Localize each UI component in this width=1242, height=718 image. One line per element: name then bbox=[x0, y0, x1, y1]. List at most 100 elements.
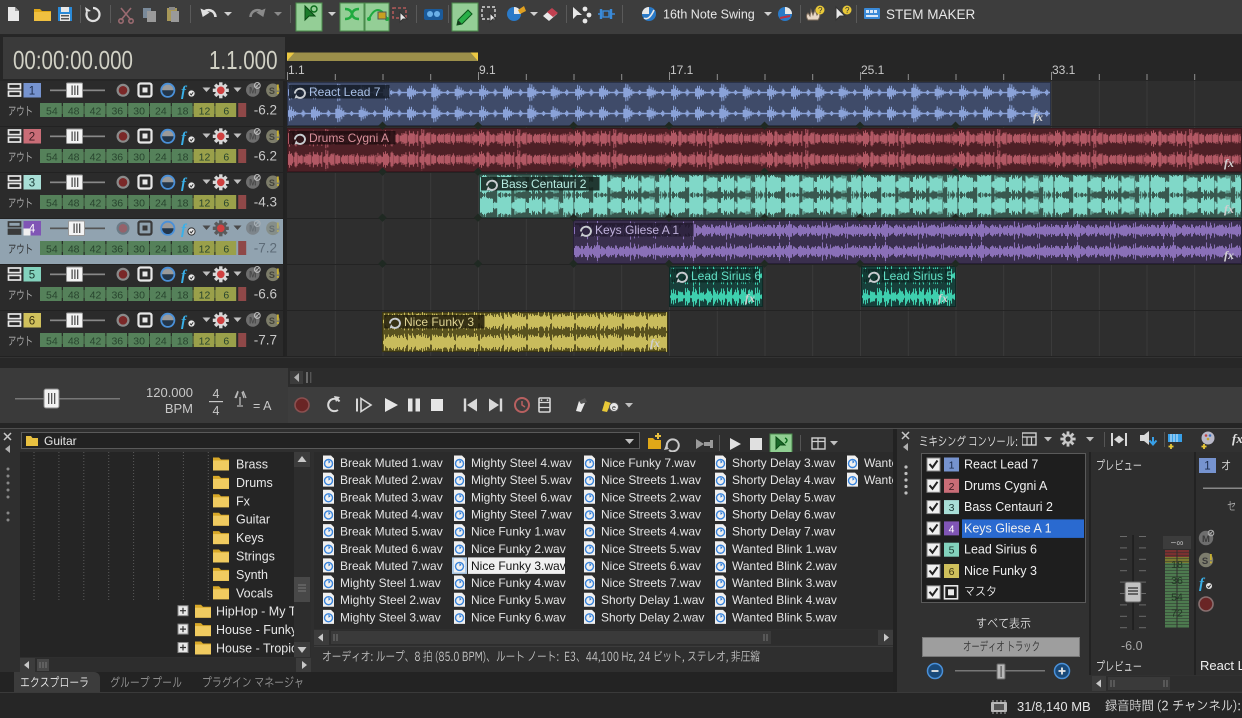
svg-text:18: 18 bbox=[177, 336, 189, 348]
svg-text:30: 30 bbox=[133, 152, 145, 164]
svg-text:Fx: Fx bbox=[236, 494, 251, 508]
svg-text:Wanted Blink 5.wav: Wanted Blink 5.wav bbox=[732, 610, 837, 624]
svg-text:36: 36 bbox=[111, 152, 123, 164]
svg-text:12: 12 bbox=[199, 198, 211, 210]
svg-text:2: 2 bbox=[949, 481, 955, 493]
svg-text:Wanted Blink 4.wav: Wanted Blink 4.wav bbox=[732, 593, 837, 607]
svg-text:Break Muted 3.wav: Break Muted 3.wav bbox=[340, 490, 443, 504]
svg-text:42: 42 bbox=[90, 336, 102, 348]
svg-text:f: f bbox=[181, 130, 188, 146]
svg-text:Mighty Steel 6.wav: Mighty Steel 6.wav bbox=[471, 490, 572, 504]
svg-text:6: 6 bbox=[223, 290, 229, 302]
svg-text:S: S bbox=[269, 316, 275, 326]
svg-text:Synth: Synth bbox=[236, 568, 268, 582]
svg-text:3: 3 bbox=[29, 178, 35, 190]
svg-text:48: 48 bbox=[68, 290, 80, 302]
svg-text:48: 48 bbox=[68, 336, 80, 348]
svg-text:42: 42 bbox=[90, 106, 102, 118]
svg-text:6: 6 bbox=[949, 566, 955, 578]
svg-text:30: 30 bbox=[133, 244, 145, 256]
svg-text:6: 6 bbox=[223, 244, 229, 256]
svg-text:Guitar: Guitar bbox=[44, 434, 77, 448]
svg-text:Break Muted 5.wav: Break Muted 5.wav bbox=[340, 525, 443, 539]
svg-text:48: 48 bbox=[68, 198, 80, 210]
svg-text:-7.2: -7.2 bbox=[254, 241, 277, 256]
svg-text:48: 48 bbox=[68, 244, 80, 256]
svg-text:16th Note Swing: 16th Note Swing bbox=[663, 8, 755, 22]
svg-text:Nice Streets 4.wav: Nice Streets 4.wav bbox=[601, 525, 701, 539]
svg-text:36: 36 bbox=[111, 106, 123, 118]
svg-text:f: f bbox=[181, 222, 188, 238]
svg-text:Drums Cygni A: Drums Cygni A bbox=[964, 479, 1048, 493]
svg-text:-6.6: -6.6 bbox=[254, 287, 277, 302]
svg-text:Strings: Strings bbox=[236, 550, 275, 564]
svg-text:S: S bbox=[269, 86, 275, 96]
svg-text:f: f bbox=[181, 84, 188, 100]
svg-text:Brass: Brass bbox=[236, 458, 268, 472]
svg-text:Lead Sirius 6: Lead Sirius 6 bbox=[964, 543, 1037, 557]
svg-text:f: f bbox=[181, 176, 188, 192]
svg-text:HipHop - My T: HipHop - My T bbox=[216, 605, 294, 619]
svg-text:4: 4 bbox=[213, 404, 220, 418]
svg-text:Guitar: Guitar bbox=[236, 513, 270, 527]
svg-text:18: 18 bbox=[177, 290, 189, 302]
svg-text:6: 6 bbox=[223, 198, 229, 210]
svg-text:24: 24 bbox=[155, 198, 167, 210]
svg-text:9.1: 9.1 bbox=[479, 63, 496, 77]
svg-text:Nice Funky 3.wav: Nice Funky 3.wav bbox=[471, 559, 566, 573]
svg-text:Keys Gliese A 1: Keys Gliese A 1 bbox=[964, 521, 1052, 535]
svg-text:30: 30 bbox=[133, 198, 145, 210]
svg-text:120.000: 120.000 bbox=[146, 385, 193, 400]
svg-text:54: 54 bbox=[46, 336, 58, 348]
svg-text:Drums: Drums bbox=[236, 476, 273, 490]
svg-text:STEM MAKER: STEM MAKER bbox=[886, 7, 976, 22]
svg-text:1: 1 bbox=[949, 460, 955, 472]
svg-text:6: 6 bbox=[223, 106, 229, 118]
svg-text:S: S bbox=[269, 132, 275, 142]
svg-text:54: 54 bbox=[46, 198, 58, 210]
svg-text:Nice Streets 5.wav: Nice Streets 5.wav bbox=[601, 542, 701, 556]
svg-text:Nice Funky 6.wav: Nice Funky 6.wav bbox=[471, 610, 566, 624]
svg-text:Wanted Blink 2.wav: Wanted Blink 2.wav bbox=[732, 559, 837, 573]
svg-text:Nice Streets 1.wav: Nice Streets 1.wav bbox=[601, 473, 701, 487]
svg-text:Shorty Delay 1.wav: Shorty Delay 1.wav bbox=[601, 593, 704, 607]
svg-text:30: 30 bbox=[133, 290, 145, 302]
svg-text:Nice Funky 1.wav: Nice Funky 1.wav bbox=[471, 525, 566, 539]
svg-text:24: 24 bbox=[155, 152, 167, 164]
svg-text:?: ? bbox=[845, 6, 850, 15]
svg-text:Mighty Steel 1.wav: Mighty Steel 1.wav bbox=[340, 576, 441, 590]
svg-text:Nice Funky 7.wav: Nice Funky 7.wav bbox=[601, 456, 696, 470]
svg-text:24: 24 bbox=[155, 290, 167, 302]
svg-text:Shorty Delay 3.wav: Shorty Delay 3.wav bbox=[732, 456, 835, 470]
svg-text:4: 4 bbox=[213, 387, 220, 401]
svg-text:Vocals: Vocals bbox=[236, 586, 273, 600]
svg-text:2: 2 bbox=[29, 132, 35, 144]
svg-text:24: 24 bbox=[155, 336, 167, 348]
svg-text:React Lead 7: React Lead 7 bbox=[964, 458, 1038, 472]
svg-text:36: 36 bbox=[111, 244, 123, 256]
svg-text:54: 54 bbox=[46, 152, 58, 164]
svg-text:S: S bbox=[1202, 556, 1208, 567]
svg-text:-4.3: -4.3 bbox=[254, 195, 277, 210]
svg-text:6: 6 bbox=[223, 152, 229, 164]
svg-text:54: 54 bbox=[46, 106, 58, 118]
svg-text:Nice Streets 7.wav: Nice Streets 7.wav bbox=[601, 576, 701, 590]
svg-text:Nice Streets 6.wav: Nice Streets 6.wav bbox=[601, 559, 701, 573]
svg-text:Shorty Delay 6.wav: Shorty Delay 6.wav bbox=[732, 507, 835, 521]
svg-text:f: f bbox=[1199, 576, 1206, 592]
svg-text:−∞: −∞ bbox=[1171, 538, 1184, 549]
svg-text:42: 42 bbox=[90, 290, 102, 302]
svg-text:24: 24 bbox=[155, 244, 167, 256]
svg-text:Nice Funky 3: Nice Funky 3 bbox=[964, 564, 1037, 578]
svg-text:1: 1 bbox=[1204, 461, 1210, 473]
svg-text:1: 1 bbox=[29, 86, 35, 98]
svg-text:4: 4 bbox=[949, 523, 955, 535]
svg-text:Wanted Blink 1.wav: Wanted Blink 1.wav bbox=[732, 542, 837, 556]
svg-text:36: 36 bbox=[111, 290, 123, 302]
svg-text:42: 42 bbox=[90, 244, 102, 256]
svg-text:Nice Streets 3.wav: Nice Streets 3.wav bbox=[601, 507, 701, 521]
svg-text:Nice Funky 5.wav: Nice Funky 5.wav bbox=[471, 593, 566, 607]
svg-text:= A: = A bbox=[253, 399, 272, 413]
svg-text:Break Muted 1.wav: Break Muted 1.wav bbox=[340, 456, 443, 470]
svg-text:12: 12 bbox=[199, 106, 211, 118]
